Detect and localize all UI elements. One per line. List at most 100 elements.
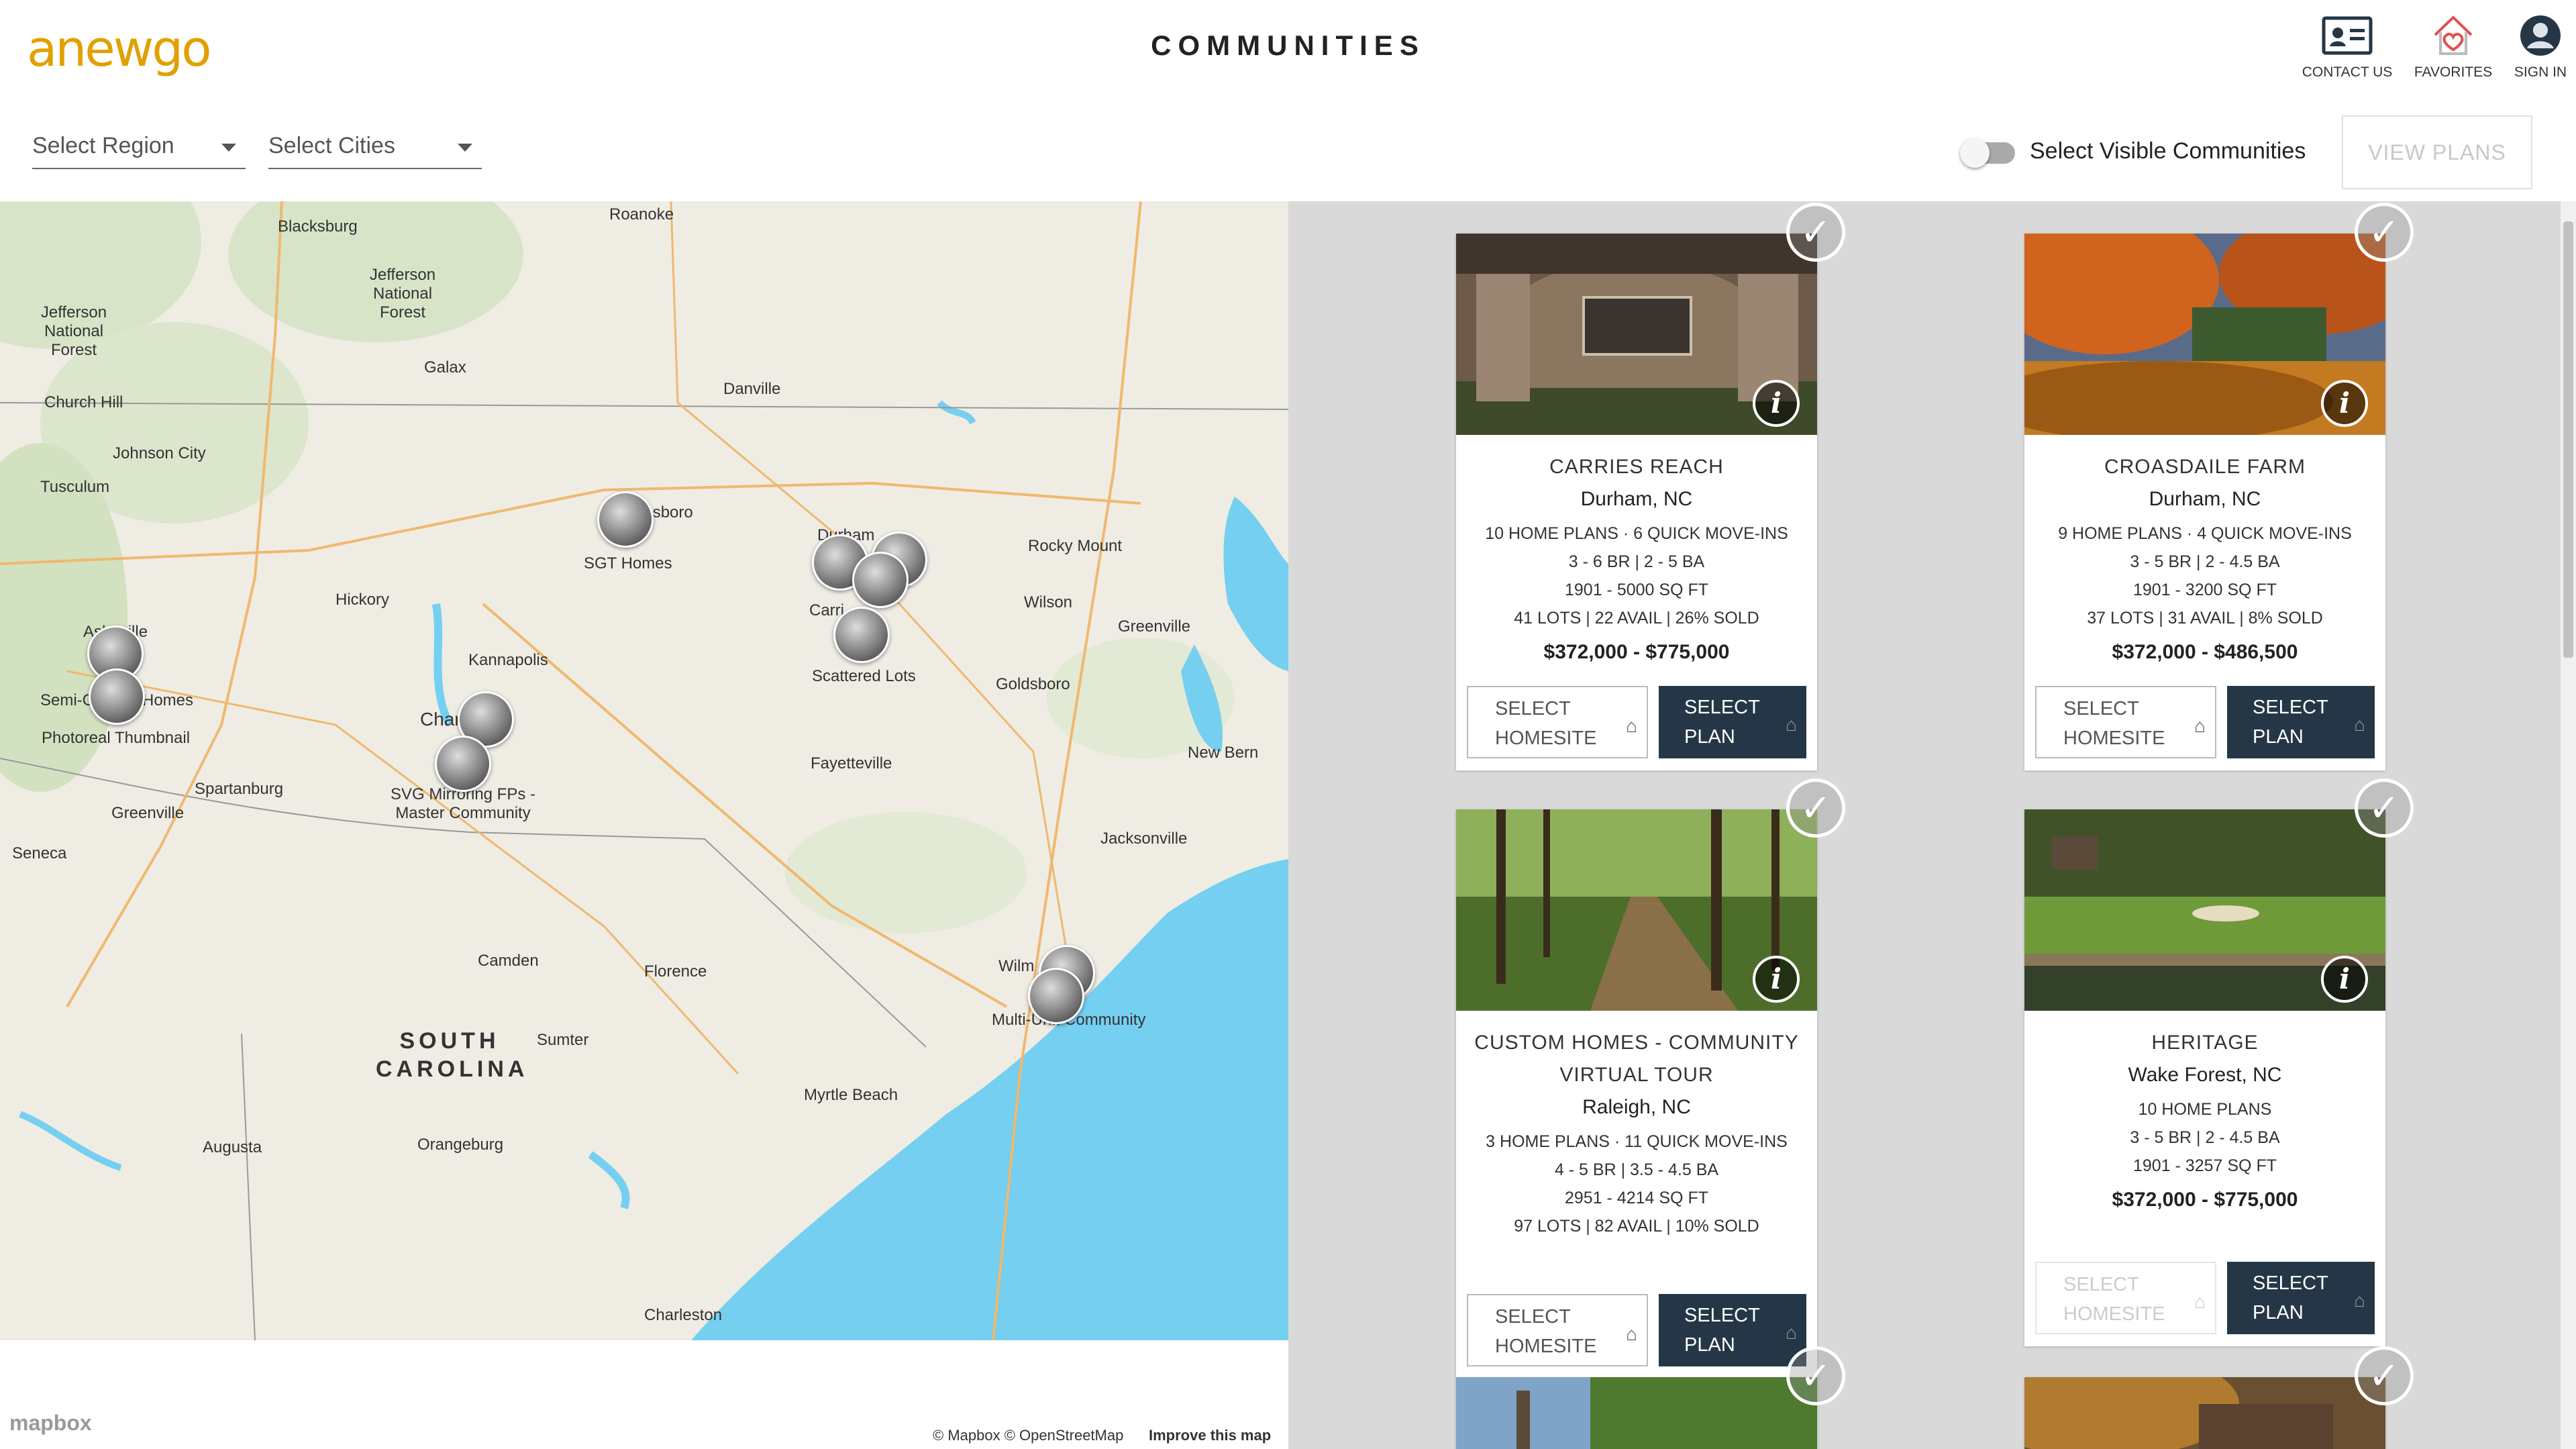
map-label: Myrtle Beach (804, 1086, 898, 1104)
home-icon: ⌂ (1786, 714, 1797, 735)
community-card[interactable]: i CROASDAILE FARM Durham, NC 9 HOME PLAN… (2024, 234, 2385, 770)
community-city: Durham, NC (1580, 488, 1693, 510)
community-list[interactable]: i CARRIES REACH Durham, NC 10 HOME PLANS… (1288, 201, 2561, 1449)
toggle-knob[interactable] (1960, 138, 1990, 168)
map-label: Church Hill (44, 393, 123, 411)
homesite-icon: ⌂ (2194, 715, 2206, 736)
select-homesite-label: SELECT HOMESITE (2063, 1274, 2165, 1325)
community-photo[interactable]: i (1456, 809, 1817, 1011)
community-price: $372,000 - $486,500 (2112, 641, 2298, 663)
map-canvas[interactable]: SOUTH CAROLINA Blacksburg Roanoke Jeffer… (0, 201, 1288, 1340)
community-lots: 37 LOTS | 31 AVAIL | 8% SOLD (2087, 609, 2323, 628)
select-check-icon[interactable]: ✓ (1786, 779, 1845, 838)
community-photo[interactable]: i (2024, 234, 2385, 435)
contact-us-button[interactable]: CONTACT US (2297, 12, 2398, 81)
map-background (0, 201, 1288, 1340)
select-plan-label: SELECT PLAN (1684, 697, 1760, 748)
sign-in-label: SIGN IN (2514, 64, 2567, 80)
map-label: Semi-C (40, 691, 95, 709)
homesite-icon: ⌂ (2194, 1291, 2206, 1312)
map-label: Spartanburg (195, 780, 284, 798)
map-label: SGT Homes (584, 554, 672, 572)
community-sqft: 1901 - 3200 SQ FT (2132, 581, 2277, 599)
map-label: Galax (424, 358, 466, 377)
map-label: Scattered Lots (812, 667, 916, 685)
info-icon[interactable]: i (1753, 956, 1800, 1003)
map-label: Photoreal Thumbnail (42, 729, 191, 747)
community-plans: 9 HOME PLANS · 4 QUICK MOVE-INS (2058, 524, 2352, 543)
info-icon[interactable]: i (2321, 956, 2368, 1003)
select-region-dropdown[interactable]: Select Region (32, 129, 246, 169)
map-label: Camden (478, 952, 539, 970)
favorites-button[interactable]: FAVORITES (2403, 12, 2504, 81)
community-card[interactable]: i CUSTOM HOMES - COMMUNITY VIRTUAL TOUR … (1456, 809, 1817, 1379)
select-check-icon[interactable]: ✓ (1786, 203, 1845, 262)
map-label: Jacksonville (1100, 830, 1188, 848)
map-label: Hickory (336, 591, 390, 609)
community-map-marker[interactable] (89, 668, 145, 725)
select-homesite-button[interactable]: SELECT HOMESITE ⌂ (2035, 686, 2216, 758)
select-cities-dropdown[interactable]: Select Cities (268, 129, 482, 169)
community-name: CUSTOM HOMES - COMMUNITY VIRTUAL TOUR (1474, 1032, 1799, 1086)
select-plan-label: SELECT PLAN (2253, 1272, 2328, 1323)
community-map-marker[interactable] (833, 607, 890, 663)
select-check-icon[interactable]: ✓ (2355, 203, 2414, 262)
community-photo[interactable]: i (1456, 234, 1817, 435)
favorites-house-heart-icon (2434, 15, 2473, 55)
community-beds: 3 - 6 BR | 2 - 5 BA (1568, 552, 1705, 571)
info-icon[interactable]: i (1753, 380, 1800, 427)
select-plan-button[interactable]: SELECT PLAN ⌂ (2227, 1262, 2375, 1334)
select-homesite-button[interactable]: SELECT HOMESITE ⌂ (1467, 686, 1648, 758)
community-card[interactable]: i CARRIES REACH Durham, NC 10 HOME PLANS… (1456, 234, 1817, 770)
toggle-label: Select Visible Communities (2030, 138, 2306, 164)
map-label: Homes (142, 691, 194, 709)
map-attribution[interactable]: © Mapbox © OpenStreetMap (933, 1427, 1123, 1444)
select-plan-button[interactable]: SELECT PLAN ⌂ (2227, 686, 2375, 758)
homesite-icon: ⌂ (1626, 715, 1637, 736)
mapbox-logo[interactable]: mapbox (9, 1411, 92, 1436)
improve-map-link[interactable]: Improve this map (1149, 1427, 1271, 1444)
community-photo[interactable]: i (2024, 809, 2385, 1011)
community-card[interactable]: i HERITAGE Wake Forest, NC 10 HOME PLANS… (2024, 809, 2385, 1346)
community-name: CROASDAILE FARM (2104, 456, 2306, 478)
community-photo[interactable] (1456, 1377, 1817, 1449)
map-label: Florence (644, 962, 707, 981)
community-card[interactable] (2024, 1377, 2385, 1449)
select-homesite-button[interactable]: SELECT HOMESITE ⌂ (1467, 1294, 1648, 1366)
select-plan-button[interactable]: SELECT PLAN ⌂ (1659, 1294, 1806, 1366)
info-icon[interactable]: i (2321, 380, 2368, 427)
home-icon: ⌂ (2354, 714, 2365, 735)
homesite-icon: ⌂ (1626, 1323, 1637, 1344)
map-label: Jefferson National Forest (369, 266, 436, 321)
community-city: Raleigh, NC (1582, 1096, 1691, 1118)
scrollbar-thumb[interactable] (2563, 221, 2573, 658)
select-cities-label: Select Cities (268, 133, 395, 158)
select-homesite-button[interactable]: SELECT HOMESITE ⌂ (2035, 1262, 2216, 1334)
community-sqft: 1901 - 3257 SQ FT (2132, 1156, 2277, 1175)
community-map-marker[interactable] (435, 736, 491, 792)
community-photo[interactable] (2024, 1377, 2385, 1449)
community-lots: 97 LOTS | 82 AVAIL | 10% SOLD (1514, 1217, 1759, 1236)
map-label: Tusculum (40, 478, 110, 496)
visible-communities-toggle[interactable] (1960, 138, 2015, 168)
select-plan-button[interactable]: SELECT PLAN ⌂ (1659, 686, 1806, 758)
community-lots: 41 LOTS | 22 AVAIL | 26% SOLD (1514, 609, 1759, 628)
community-map-marker[interactable] (597, 491, 654, 548)
top-header: anewgo COMMUNITIES CONTACT US FAVORITES … (0, 0, 2576, 94)
contact-card-icon (2322, 16, 2373, 55)
select-check-icon[interactable]: ✓ (2355, 1346, 2414, 1405)
map-label: New Bern (1188, 744, 1259, 762)
community-card[interactable] (1456, 1377, 1817, 1449)
community-map-marker[interactable] (852, 552, 909, 608)
select-check-icon[interactable]: ✓ (2355, 779, 2414, 838)
community-map-marker[interactable] (1028, 968, 1084, 1024)
view-plans-button[interactable]: VIEW PLANS (2342, 115, 2532, 189)
community-plans: 10 HOME PLANS · 6 QUICK MOVE-INS (1485, 524, 1788, 543)
map-label: Danville (723, 380, 781, 398)
sign-in-button[interactable]: SIGN IN (2490, 12, 2576, 81)
community-beds: 4 - 5 BR | 3.5 - 4.5 BA (1554, 1160, 1719, 1179)
list-scrollbar[interactable] (2561, 201, 2576, 1449)
map-label: Wilm (998, 957, 1035, 975)
community-city: Wake Forest, NC (2128, 1064, 2282, 1086)
select-check-icon[interactable]: ✓ (1786, 1346, 1845, 1405)
